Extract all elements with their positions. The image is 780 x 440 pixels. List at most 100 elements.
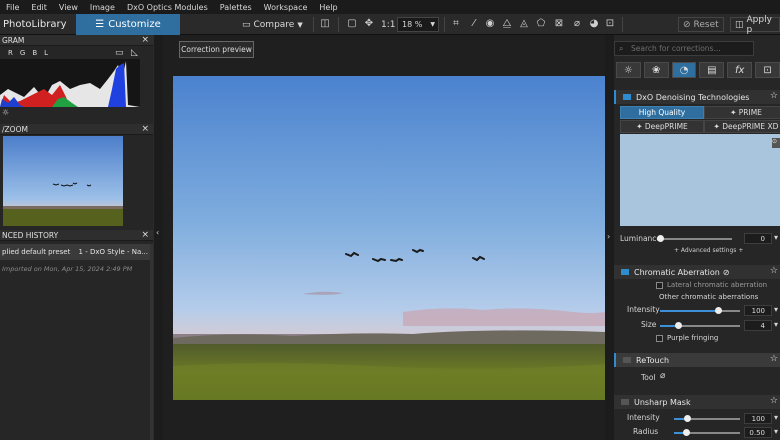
unsharp-header[interactable]: Unsharp Mask ☆ — [614, 395, 780, 409]
menu-help[interactable]: Help — [313, 3, 343, 12]
menu-optics-modules[interactable]: DxO Optics Modules — [121, 3, 214, 12]
star-icon[interactable]: ☆ — [770, 91, 778, 101]
retouch-toggle[interactable] — [623, 357, 631, 363]
channel-r[interactable]: R — [8, 49, 13, 57]
compare-button[interactable]: ▭ Compare ▼ — [242, 17, 303, 32]
denoise-header[interactable]: DxO Denoising Technologies ☆ — [614, 90, 780, 104]
tab-local[interactable]: ⊡ — [755, 62, 780, 78]
menu-image[interactable]: Image — [84, 3, 121, 12]
chromatic-header[interactable]: Chromatic Aberration ⊘ ☆ — [614, 265, 780, 279]
chevron-down-icon[interactable]: ▾ — [774, 413, 778, 422]
menu-palettes[interactable]: Palettes — [214, 3, 258, 12]
correction-search-field[interactable]: ⌕ Search for corrections... — [614, 41, 754, 56]
chevron-down-icon[interactable]: ▾ — [774, 233, 778, 242]
collapse-left-icon[interactable]: ‹ — [156, 228, 159, 237]
mode-high-quality[interactable]: High Quality — [620, 106, 704, 119]
history-item[interactable]: plied default preset 1 - DxO Style - Na.… — [0, 244, 150, 260]
search-placeholder: Search for corrections... — [631, 44, 721, 53]
repair-tool-icon[interactable]: ⌀ — [660, 371, 665, 381]
size-slider[interactable] — [660, 322, 740, 329]
tab-photolibrary[interactable]: PhotoLibrary — [0, 14, 76, 35]
mask-icon[interactable]: ⌀ — [571, 18, 583, 30]
star-icon[interactable]: ☆ — [770, 266, 778, 276]
correction-preview-button[interactable]: Correction preview — [179, 41, 254, 58]
chromatic-toggle[interactable] — [621, 269, 629, 275]
menu-workspace[interactable]: Workspace — [258, 3, 314, 12]
star-icon[interactable]: ☆ — [770, 396, 778, 406]
intensity-value[interactable]: 100 — [744, 305, 772, 316]
denoise-preview[interactable]: ⊙ — [620, 134, 780, 226]
unsharp-toggle[interactable] — [621, 399, 629, 405]
light-icon: ☼ — [623, 64, 633, 76]
reset-button[interactable]: ⊘ Reset — [678, 17, 724, 32]
collapse-right-icon[interactable]: › — [607, 232, 610, 241]
star-icon[interactable]: ☆ — [770, 354, 778, 364]
split-view-icon[interactable]: ◫ — [319, 18, 331, 30]
tab-color[interactable]: ❀ — [643, 62, 669, 78]
clipping-icon[interactable]: ◺ — [131, 48, 138, 58]
fx-icon: fx — [735, 64, 745, 76]
local-adjust-icon[interactable]: ⬠ — [535, 18, 547, 30]
luminance-value-text: 0 — [760, 234, 765, 243]
unsharp-radius-slider[interactable] — [674, 429, 740, 436]
tab-customize[interactable]: ☰ Customize — [76, 14, 180, 35]
tab-detail[interactable]: ◔ — [671, 62, 697, 78]
red-eye-icon[interactable]: ◉ — [484, 18, 496, 30]
retouch-header[interactable]: ReTouch ☆ — [614, 353, 780, 367]
main-photo[interactable] — [173, 76, 605, 400]
menu-file[interactable]: File — [0, 3, 25, 12]
size-slider-knob[interactable] — [675, 322, 682, 329]
channel-g[interactable]: G — [20, 49, 25, 57]
crop-view-icon[interactable]: ⊡ — [604, 18, 616, 30]
luminance-value[interactable]: 0 — [744, 233, 772, 244]
channel-l[interactable]: L — [44, 49, 48, 57]
size-value[interactable]: 4 — [744, 320, 772, 331]
zoom-select[interactable]: 18 % ▼ — [397, 17, 439, 32]
intensity-slider[interactable] — [660, 307, 740, 314]
close-icon[interactable]: × — [141, 124, 149, 134]
menu-edit[interactable]: Edit — [25, 3, 53, 12]
monitor-icon[interactable]: ▭ — [115, 48, 124, 58]
unsharp-intensity-knob[interactable] — [684, 415, 691, 422]
mode-deepprime-xd[interactable]: ✦ DeepPRIME XD — [704, 120, 780, 133]
mode-deepprime[interactable]: ✦ DeepPRIME — [620, 120, 704, 133]
apply-button[interactable]: ◫ Apply p — [730, 15, 780, 35]
channel-b[interactable]: B — [32, 49, 37, 57]
luminance-slider-knob[interactable] — [657, 235, 664, 242]
preview-toggle-icon[interactable]: ⊙ — [772, 138, 780, 148]
eyedropper-icon[interactable]: ⁄ — [468, 18, 480, 30]
denoise-toggle[interactable] — [623, 94, 631, 100]
luminance-slider[interactable] — [657, 235, 732, 242]
chevron-down-icon[interactable]: ▾ — [774, 427, 778, 436]
navigator-thumbnail[interactable] — [3, 136, 123, 226]
tab-fx[interactable]: fx — [727, 62, 753, 78]
close-icon[interactable]: × — [141, 230, 149, 240]
left-panel-splitter[interactable]: ‹ — [153, 35, 163, 440]
menu-view[interactable]: View — [53, 3, 84, 12]
unsharp-radius-knob[interactable] — [683, 429, 690, 436]
perspective-icon[interactable]: ⧋ — [501, 18, 513, 30]
lateral-checkbox[interactable] — [656, 282, 663, 289]
mode-prime[interactable]: ✦ PRIME — [704, 106, 780, 119]
close-icon[interactable]: × — [141, 35, 149, 45]
repair-icon[interactable]: ⊠ — [553, 18, 565, 30]
crop-icon[interactable]: ⌗ — [450, 18, 462, 30]
unsharp-title: Unsharp Mask — [634, 397, 691, 407]
unsharp-intensity-slider[interactable] — [674, 415, 740, 422]
chevron-down-icon[interactable]: ▾ — [774, 320, 778, 329]
eye-slash-icon[interactable]: ⊘ — [723, 268, 730, 277]
tab-geometry[interactable]: ▤ — [699, 62, 725, 78]
chevron-down-icon[interactable]: ▾ — [774, 305, 778, 314]
unsharp-intensity-value[interactable]: 100 — [744, 413, 772, 424]
purple-fringing-checkbox[interactable] — [656, 335, 663, 342]
fit-screen-icon[interactable]: ▢ — [346, 18, 358, 30]
horizon-icon[interactable]: ◬ — [518, 18, 530, 30]
unsharp-radius-value[interactable]: 0.50 — [744, 427, 772, 438]
eye-icon[interactable]: ◕ — [588, 18, 600, 30]
right-panel-splitter[interactable]: › — [605, 35, 614, 440]
tab-light[interactable]: ☼ — [616, 62, 641, 78]
intensity-slider-knob[interactable] — [715, 307, 722, 314]
advanced-settings-link[interactable]: + Advanced settings + — [674, 247, 743, 254]
ratio-button[interactable]: 1:1 — [381, 17, 395, 32]
move-icon[interactable]: ✥ — [363, 18, 375, 30]
